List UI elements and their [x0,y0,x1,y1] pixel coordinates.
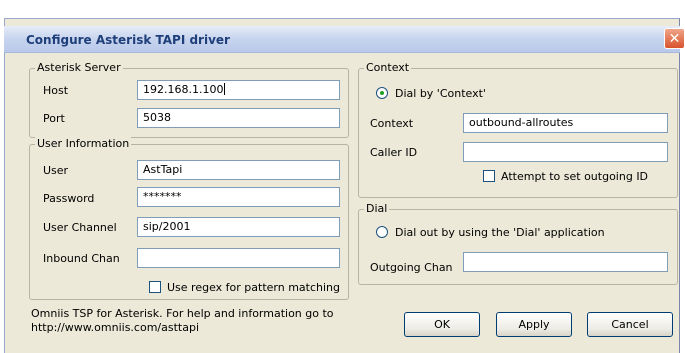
help-text: Omniis TSP for Asterisk. For help and in… [31,307,334,335]
title-bar[interactable]: Configure Asterisk TAPI driver [4,26,680,53]
ok-button[interactable]: OK [404,312,480,337]
context-input[interactable]: outbound-allroutes [463,113,668,133]
cancel-button[interactable]: Cancel [587,312,673,337]
user-label: User [43,164,69,177]
password-label: Password [43,192,95,205]
window-title: Configure Asterisk TAPI driver [26,33,230,47]
outgoing-chan-input[interactable] [463,252,668,272]
host-label: Host [43,84,69,97]
help-text-line2: http://www.omniis.com/asttapi [31,321,200,334]
outgoing-id-label[interactable]: Attempt to set outgoing ID [501,170,648,183]
context-legend: Context [364,61,412,74]
asterisk-server-legend: Asterisk Server [35,61,123,74]
dial-app-label[interactable]: Dial out by using the 'Dial' application [395,226,605,239]
caller-id-label: Caller ID [370,146,418,159]
close-button[interactable]: ✕ [664,28,685,49]
context-label: Context [370,117,414,130]
help-text-line1: Omniis TSP for Asterisk. For help and in… [31,307,334,320]
user-channel-label: User Channel [43,221,117,234]
close-icon: ✕ [668,30,681,47]
host-input[interactable]: 192.168.1.100 [137,80,340,100]
outgoing-chan-label: Outgoing Chan [370,261,453,274]
outgoing-id-checkbox[interactable] [483,170,495,182]
regex-label[interactable]: Use regex for pattern matching [167,281,340,294]
inbound-chan-input[interactable] [137,248,340,268]
text-caret [224,83,226,95]
apply-button[interactable]: Apply [496,312,572,337]
dial-legend: Dial [364,202,390,215]
port-label: Port [43,112,65,125]
dial-by-context-label[interactable]: Dial by 'Context' [395,87,486,100]
caller-id-input[interactable] [463,142,668,162]
user-information-legend: User Information [35,137,132,150]
password-input[interactable]: ******* [137,187,340,207]
user-input[interactable]: AstTapi [137,160,340,180]
port-input[interactable]: 5038 [137,108,340,128]
user-channel-input[interactable]: sip/2001 [137,217,340,237]
dial-app-radio[interactable] [376,226,388,238]
regex-checkbox[interactable] [149,281,161,293]
radio-selected-dot [380,91,384,95]
dial-by-context-radio[interactable] [376,87,388,99]
inbound-chan-label: Inbound Chan [43,252,120,265]
